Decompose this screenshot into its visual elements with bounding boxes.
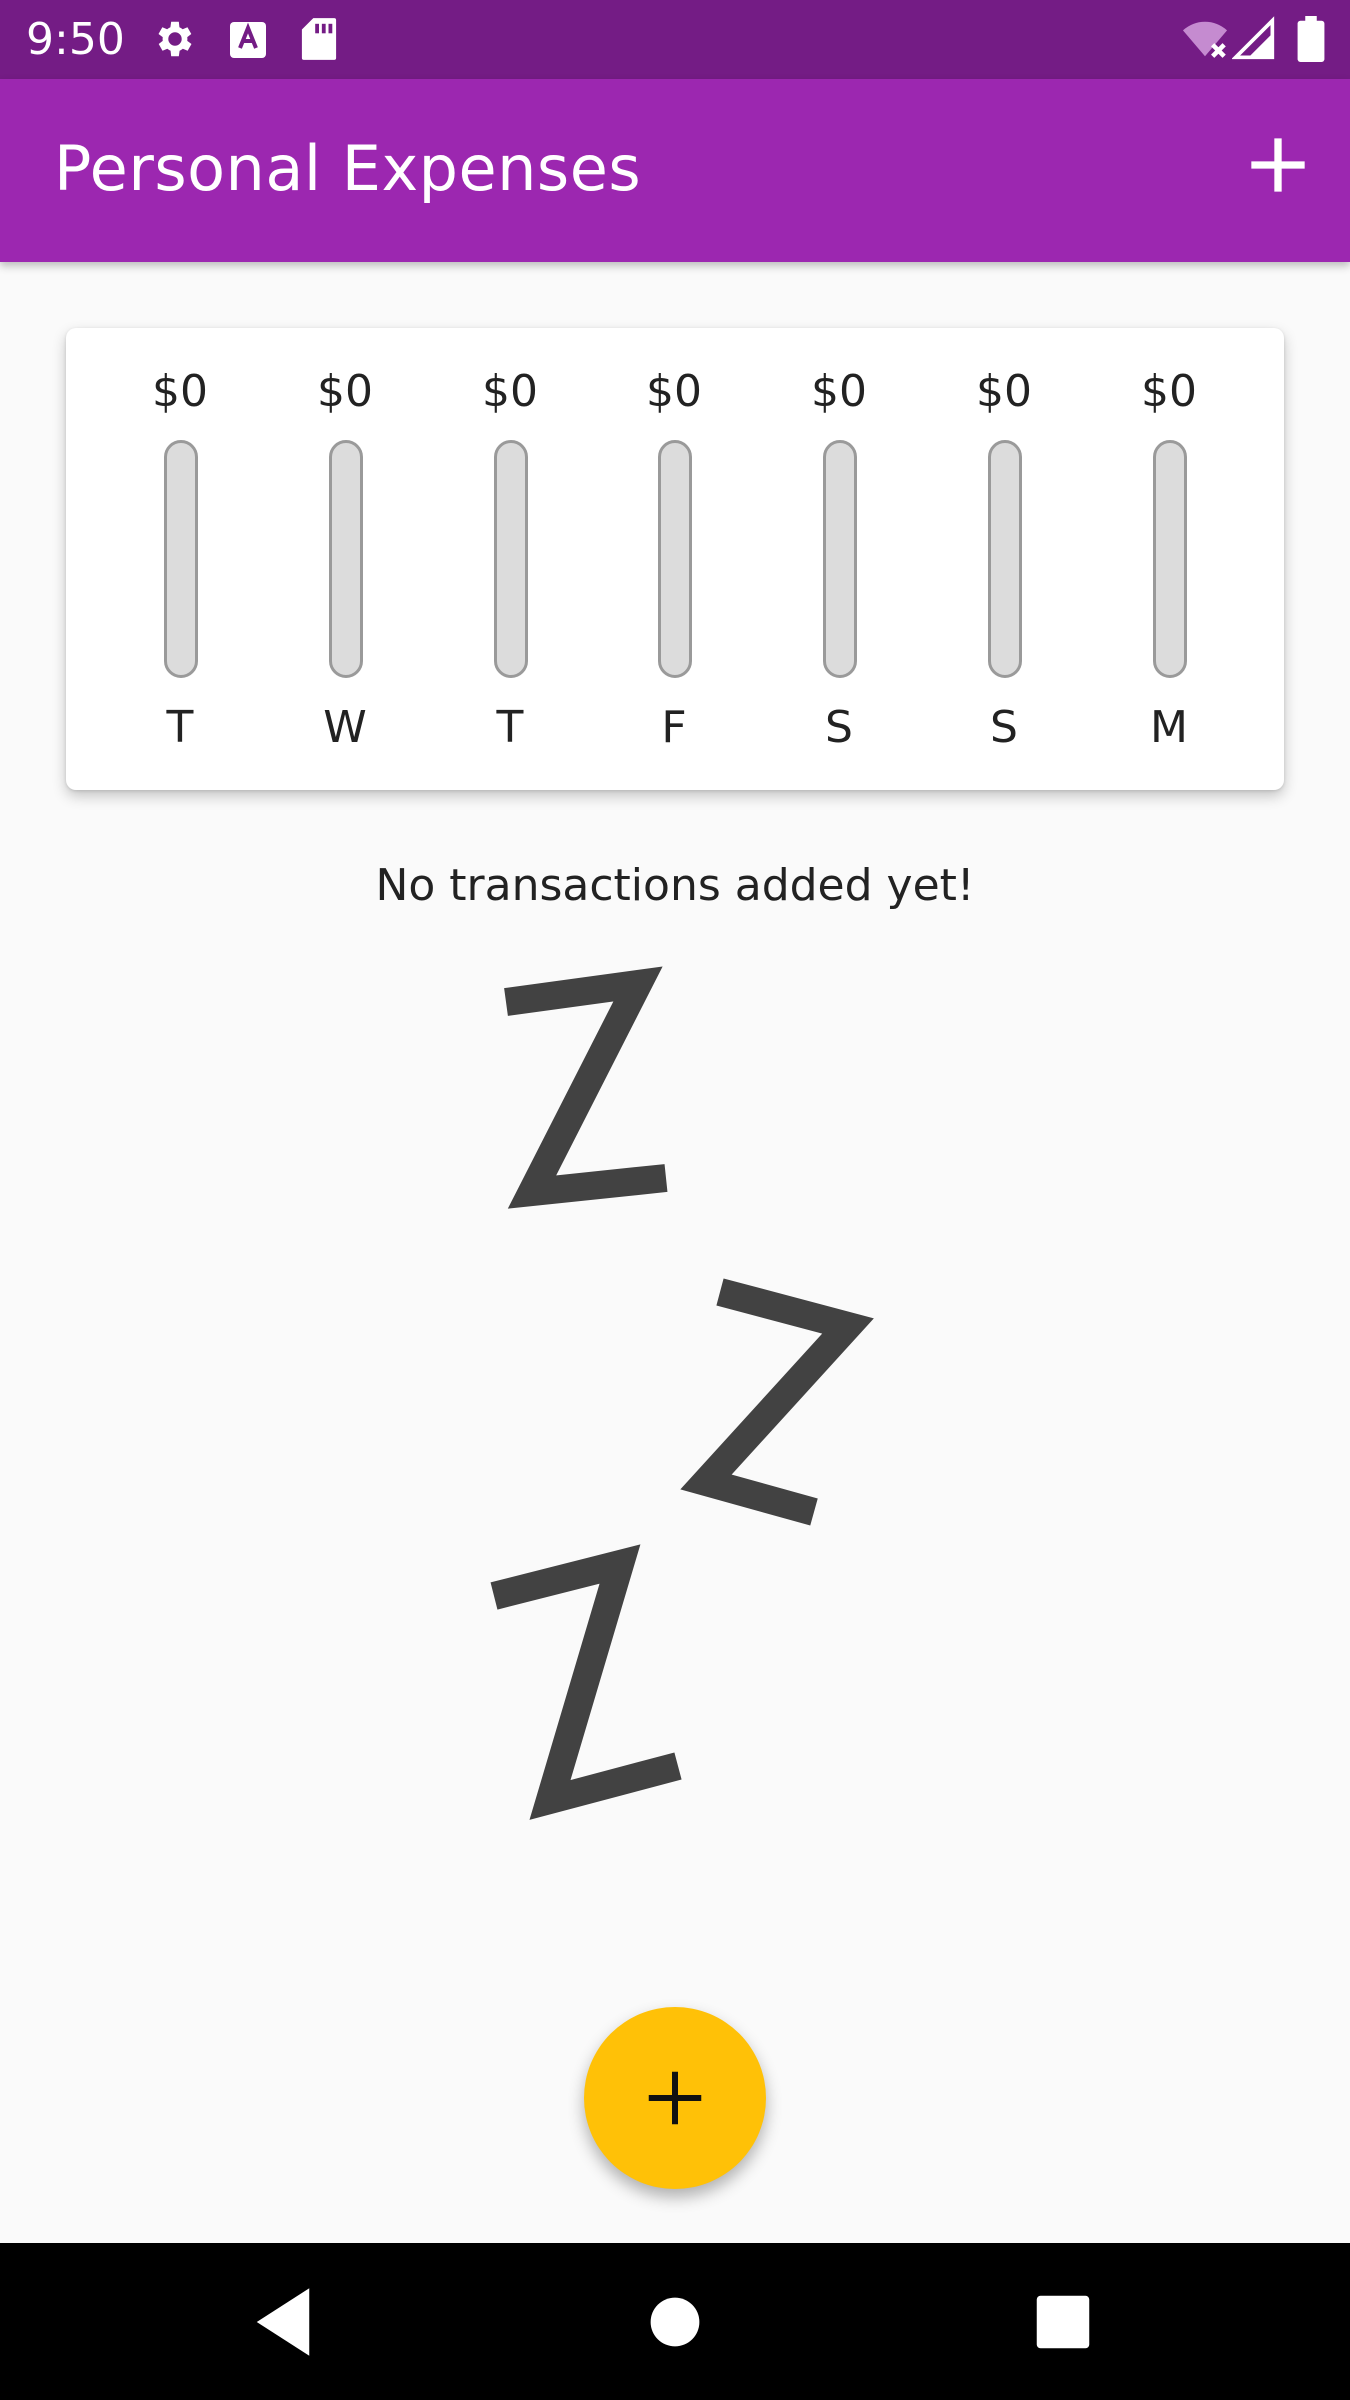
app-screen: 9:50 Personal Expenses $0 T $0 W $0 T $0… [0, 0, 1350, 2400]
sleep-zzz-icon [490, 966, 874, 1820]
bar-amount-label: $0 [152, 366, 208, 417]
weekly-chart-card: $0 T $0 W $0 T $0 F $0 S $0 S $0 M [66, 328, 1284, 790]
bar-track [164, 440, 198, 678]
bar-amount-label: $0 [317, 366, 373, 417]
status-time: 9:50 [26, 14, 125, 65]
bar-track [658, 440, 692, 678]
bar-day-label: S [825, 702, 853, 753]
font-a-icon [230, 22, 266, 58]
chart-bar-column: $0 S [769, 328, 909, 790]
signal-icon [1232, 16, 1275, 60]
bar-track [823, 440, 857, 678]
bar-day-label: F [661, 702, 687, 753]
chart-bar-column: $0 W [275, 328, 415, 790]
chart-bar-column: $0 S [934, 328, 1074, 790]
bar-amount-label: $0 [482, 366, 538, 417]
bar-amount-label: $0 [1141, 366, 1197, 417]
bar-day-label: M [1150, 702, 1188, 753]
system-nav-bar [0, 2243, 1350, 2400]
bar-day-label: T [166, 702, 194, 753]
bar-amount-label: $0 [646, 366, 702, 417]
add-transaction-fab[interactable] [584, 2007, 766, 2189]
bar-day-label: S [990, 702, 1018, 753]
wifi-off-icon [1182, 21, 1228, 58]
chart-bar-column: $0 T [110, 328, 250, 790]
home-icon[interactable] [630, 2277, 720, 2367]
bar-track [988, 440, 1022, 678]
app-bar: Personal Expenses [0, 79, 1350, 262]
chart-bar-column: $0 T [440, 328, 580, 790]
empty-state-message: No transactions added yet! [375, 860, 975, 911]
recents-icon[interactable] [1018, 2277, 1108, 2367]
back-icon[interactable] [238, 2277, 328, 2367]
app-title: Personal Expenses [54, 132, 642, 205]
battery-icon [1297, 16, 1325, 62]
add-transaction-button[interactable] [1238, 125, 1318, 205]
sd-card-icon [301, 18, 337, 60]
bar-track [329, 440, 363, 678]
bar-amount-label: $0 [811, 366, 867, 417]
chart-bar-column: $0 F [604, 328, 744, 790]
bar-track [1153, 440, 1187, 678]
bar-track [494, 440, 528, 678]
gear-icon [158, 21, 192, 57]
bar-day-label: T [496, 702, 524, 753]
status-bar: 9:50 [0, 0, 1350, 79]
bar-amount-label: $0 [976, 366, 1032, 417]
chart-bar-column: $0 M [1099, 328, 1239, 790]
plus-icon [648, 2071, 702, 2125]
bar-day-label: W [323, 702, 367, 753]
